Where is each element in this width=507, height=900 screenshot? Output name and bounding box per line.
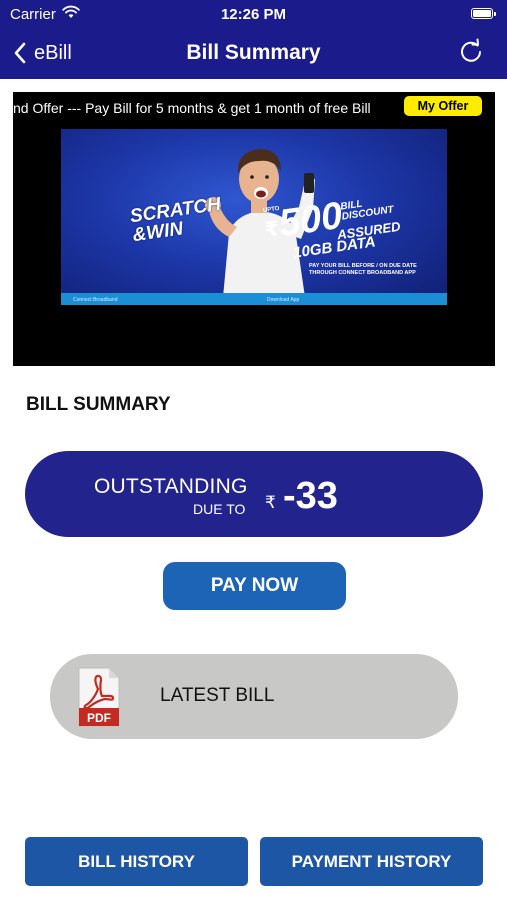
navigation-bar: eBill Bill Summary bbox=[0, 28, 507, 79]
latest-bill-label: LATEST BILL bbox=[160, 685, 275, 706]
outstanding-amount: -33 bbox=[283, 475, 338, 517]
pdf-badge-text: PDF bbox=[87, 711, 111, 725]
app-header: Carrier 12:26 PM eBill Bill Summary bbox=[0, 0, 507, 79]
pay-before-text: PAY YOUR BILL BEFORE / ON DUE DATE THROU… bbox=[309, 263, 417, 277]
outstanding-label: OUTSTANDING bbox=[94, 475, 248, 498]
promo-banner[interactable]: nd Offer --- Pay Bill for 5 months & get… bbox=[13, 92, 495, 366]
page-title: Bill Summary bbox=[186, 41, 321, 64]
status-bar: Carrier 12:26 PM bbox=[0, 0, 507, 28]
promo-footer-right: Download App bbox=[267, 297, 300, 303]
payment-history-button[interactable]: PAYMENT HISTORY bbox=[260, 837, 483, 886]
bill-history-button[interactable]: BILL HISTORY bbox=[25, 837, 248, 886]
outstanding-card: OUTSTANDING DUE TO ₹ -33 bbox=[25, 451, 483, 537]
promo-image: SCRATCH &WIN UPTO ₹ 500 BILL DISCOUNT AS… bbox=[61, 129, 447, 305]
promo-footer-left: Connect Broadband bbox=[73, 297, 118, 303]
offer-ticker: nd Offer --- Pay Bill for 5 months & get… bbox=[13, 100, 371, 116]
my-offer-button[interactable]: My Offer bbox=[404, 96, 482, 116]
pdf-file-icon: PDF bbox=[78, 667, 120, 727]
battery-icon bbox=[471, 8, 496, 19]
section-title: BILL SUMMARY bbox=[26, 394, 171, 415]
clock: 12:26 PM bbox=[220, 6, 287, 23]
latest-bill-button[interactable]: PDF LATEST BILL bbox=[50, 654, 458, 739]
rupee-symbol: ₹ bbox=[265, 493, 276, 512]
due-to-label: DUE TO bbox=[193, 501, 246, 517]
refresh-icon[interactable] bbox=[457, 38, 485, 66]
pay-now-button[interactable]: PAY NOW bbox=[163, 562, 346, 610]
pay-line-1: PAY YOUR BILL BEFORE / ON DUE DATE bbox=[309, 263, 417, 269]
bill-discount-text: BILL DISCOUNT bbox=[340, 195, 395, 223]
bill-summary-screen: Carrier 12:26 PM eBill Bill Summary nd O… bbox=[0, 0, 507, 900]
promo-footer-strip bbox=[61, 293, 447, 305]
pay-line-2: THROUGH CONNECT BROADBAND APP bbox=[309, 270, 416, 276]
